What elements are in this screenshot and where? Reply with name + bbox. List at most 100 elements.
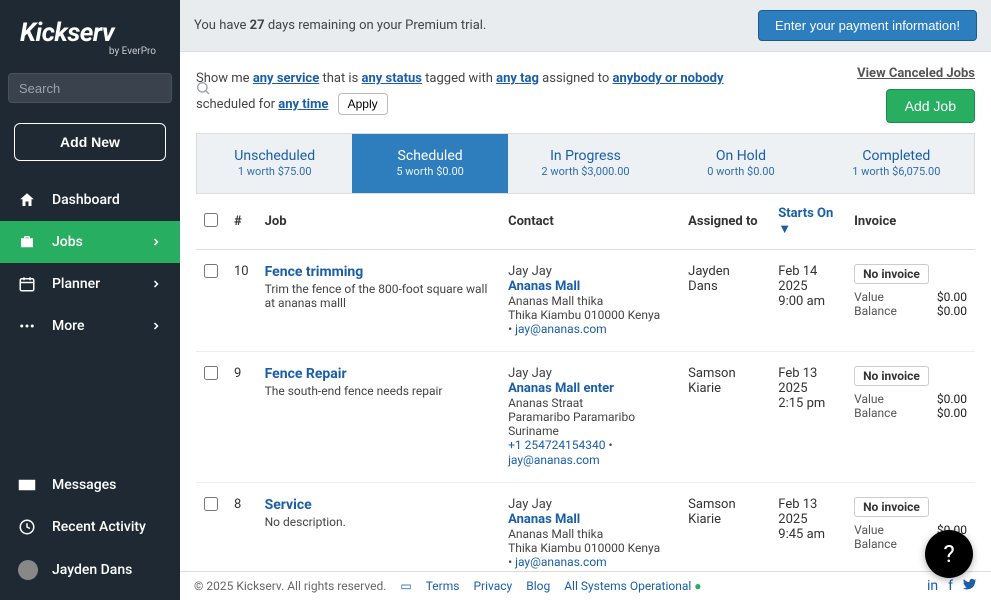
filter-tag[interactable]: any tag <box>496 71 539 86</box>
value-label: Value <box>854 523 884 537</box>
filter-bar: Show me any service that is any status t… <box>180 52 991 133</box>
start-date: Feb 14 2025 <box>778 264 838 294</box>
job-title-link[interactable]: Fence Repair <box>265 366 492 382</box>
tab-scheduled[interactable]: Scheduled5 worth $0.00 <box>352 134 507 193</box>
row-num: 10 <box>226 250 257 352</box>
mail-icon <box>18 476 38 494</box>
brand-logo: Kickserv by EverPro <box>0 0 180 63</box>
table-row: 9 Fence Repair The south-end fence needs… <box>196 352 975 483</box>
sidebar: Kickserv by EverPro Add New Dashboard Jo… <box>0 0 180 600</box>
footer-status[interactable]: All Systems Operational ● <box>564 579 701 593</box>
filter-service[interactable]: any service <box>253 71 319 86</box>
contact-addr2: Thika Kiambu 010000 Kenya <box>508 541 672 555</box>
contact-addr2: Thika Kiambu 010000 Kenya <box>508 308 672 322</box>
jobs-table: # Job Contact Assigned to Starts On ▼ In… <box>196 194 975 571</box>
balance-label: Balance <box>854 304 897 318</box>
contact-name: Jay Jay <box>508 497 672 512</box>
col-assigned: Assigned to <box>680 194 770 250</box>
enter-payment-button[interactable]: Enter your payment information! <box>758 10 977 41</box>
calendar-icon <box>18 275 38 293</box>
apply-button[interactable]: Apply <box>338 93 388 115</box>
balance-amount: $0.00 <box>937 406 967 420</box>
contact-company-link[interactable]: Ananas Mall enter <box>508 381 672 396</box>
footer: © 2025 Kickserv. All rights reserved. ▭ … <box>180 571 991 600</box>
job-title-link[interactable]: Fence trimming <box>265 264 492 280</box>
contact-addr2: Paramaribo Paramaribo Suriname <box>508 410 672 438</box>
col-starts[interactable]: Starts On ▼ <box>770 194 846 250</box>
contact-addr: Ananas Mall thika <box>508 527 672 541</box>
nav-dashboard[interactable]: Dashboard <box>0 179 180 221</box>
footer-privacy[interactable]: Privacy <box>473 579 512 593</box>
nav-jobs[interactable]: Jobs <box>0 221 180 263</box>
tab-unscheduled[interactable]: Unscheduled1 worth $75.00 <box>197 134 352 193</box>
help-fab[interactable]: ? <box>925 530 973 578</box>
add-new-button[interactable]: Add New <box>14 123 166 161</box>
row-num: 8 <box>226 483 257 572</box>
trial-text2: days remaining on your Premium trial. <box>265 18 487 33</box>
contact-email[interactable]: jay@ananas.com <box>508 453 600 467</box>
tab-onhold[interactable]: On Hold0 worth $0.00 <box>663 134 818 193</box>
value-amount: $0.00 <box>937 392 967 406</box>
chevron-right-icon <box>150 236 162 248</box>
contact-email[interactable]: jay@ananas.com <box>515 322 607 336</box>
caret-down-icon: ▼ <box>778 222 791 237</box>
nav-label: Jayden Dans <box>52 562 132 578</box>
twitter-icon[interactable] <box>963 578 977 594</box>
nav-label: Dashboard <box>52 192 120 208</box>
balance-amount: $0.00 <box>937 304 967 318</box>
nav-more[interactable]: More <box>0 305 180 347</box>
start-time: 9:00 am <box>778 294 838 309</box>
footer-blog[interactable]: Blog <box>526 579 550 593</box>
avatar-icon <box>18 560 38 580</box>
invoice-badge: No invoice <box>854 366 929 386</box>
clock-icon <box>18 518 38 536</box>
filter-assignee[interactable]: anybody or nobody <box>613 71 724 86</box>
main-content: You have 27 days remaining on your Premi… <box>180 0 991 600</box>
invoice-badge: No invoice <box>854 497 929 517</box>
nav-label: Planner <box>52 276 100 292</box>
add-job-button[interactable]: Add Job <box>886 89 975 123</box>
card-icon: ▭ <box>400 579 411 593</box>
contact-company-link[interactable]: Ananas Mall <box>508 512 672 527</box>
value-label: Value <box>854 392 884 406</box>
nav-label: More <box>52 318 85 334</box>
contact-name: Jay Jay <box>508 366 672 381</box>
dots-icon <box>18 317 38 335</box>
footer-terms[interactable]: Terms <box>426 579 460 593</box>
row-checkbox[interactable] <box>204 264 218 278</box>
row-checkbox[interactable] <box>204 497 218 511</box>
contact-company-link[interactable]: Ananas Mall <box>508 279 672 294</box>
facebook-icon[interactable]: f <box>948 578 953 594</box>
job-desc: Trim the fence of the 800-foot square wa… <box>265 282 492 310</box>
search-input[interactable] <box>19 81 195 96</box>
job-desc: No description. <box>265 515 492 529</box>
nav-user[interactable]: Jayden Dans <box>0 548 180 592</box>
filter-time[interactable]: any time <box>278 97 328 112</box>
select-all-checkbox[interactable] <box>204 213 218 227</box>
contact-addr: Ananas Straat <box>508 396 672 410</box>
search-input-wrap[interactable] <box>8 73 172 103</box>
nav-label: Recent Activity <box>52 519 146 535</box>
nav-messages[interactable]: Messages <box>0 464 180 506</box>
linkedin-icon[interactable]: in <box>927 578 938 594</box>
table-row: 10 Fence trimming Trim the fence of the … <box>196 250 975 352</box>
contact-email[interactable]: jay@ananas.com <box>515 555 607 569</box>
job-desc: The south-end fence needs repair <box>265 384 492 398</box>
tab-inprogress[interactable]: In Progress2 worth $3,000.00 <box>508 134 663 193</box>
col-invoice: Invoice <box>846 194 975 250</box>
job-title-link[interactable]: Service <box>265 497 492 513</box>
start-time: 9:45 am <box>778 527 838 542</box>
balance-label: Balance <box>854 406 897 420</box>
filter-status[interactable]: any status <box>362 71 422 86</box>
nav-planner[interactable]: Planner <box>0 263 180 305</box>
chevron-right-icon <box>150 278 162 290</box>
nav-activity[interactable]: Recent Activity <box>0 506 180 548</box>
row-checkbox[interactable] <box>204 366 218 380</box>
view-canceled-link[interactable]: View Canceled Jobs <box>857 66 975 81</box>
start-date: Feb 13 2025 <box>778 497 838 527</box>
contact-phone[interactable]: +1 254724154340 <box>508 438 605 452</box>
tab-completed[interactable]: Completed1 worth $6,075.00 <box>819 134 974 193</box>
col-contact: Contact <box>500 194 680 250</box>
bottom-nav: Messages Recent Activity Jayden Dans <box>0 464 180 600</box>
trial-days: 27 <box>250 18 265 33</box>
